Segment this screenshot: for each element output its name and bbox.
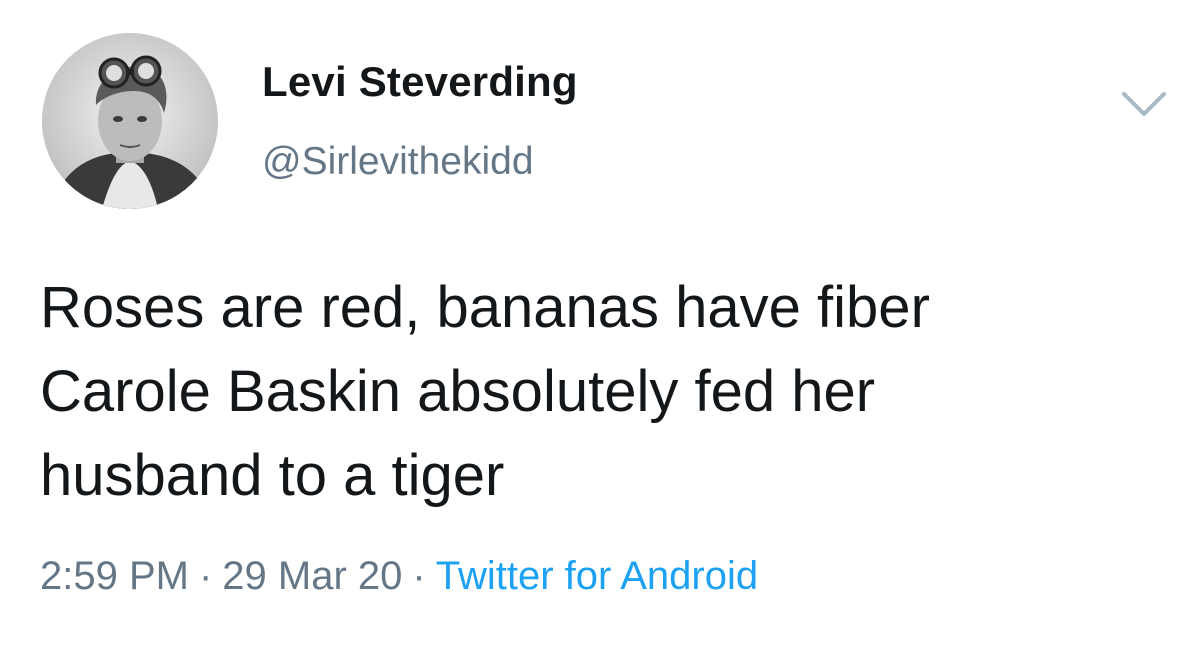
tweet-text-line: husband to a tiger	[40, 443, 505, 508]
tweet-date[interactable]: 29 Mar 20	[222, 554, 402, 598]
meta-separator: ·	[198, 554, 213, 598]
tweet-text: Roses are red, bananas have fiber Carole…	[40, 266, 1170, 518]
tweet-text-line: Roses are red, bananas have fiber	[40, 275, 930, 340]
tweet-source-link[interactable]: Twitter for Android	[436, 554, 758, 598]
avatar[interactable]	[42, 33, 218, 209]
user-avatar-photo	[42, 33, 218, 209]
tweet-text-line: Carole Baskin absolutely fed her	[40, 359, 876, 424]
tweet-meta: 2:59 PM · 29 Mar 20 · Twitter for Android	[40, 554, 758, 599]
user-handle[interactable]: @Sirlevithekidd	[262, 140, 534, 184]
tweet-time[interactable]: 2:59 PM	[40, 554, 189, 598]
display-name[interactable]: Levi Steverding	[262, 58, 578, 106]
meta-separator: ·	[412, 554, 426, 598]
tweet-menu-button[interactable]	[1118, 86, 1170, 122]
chevron-down-icon	[1122, 92, 1166, 116]
tweet-card: Levi Steverding @Sirlevithekidd Roses ar…	[0, 0, 1200, 649]
